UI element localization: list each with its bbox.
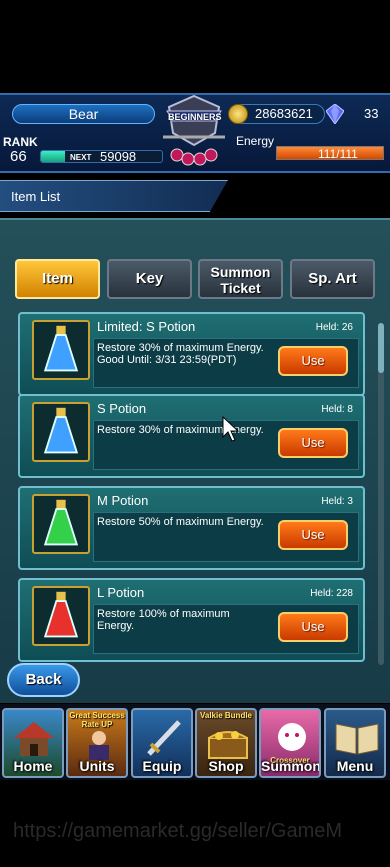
nav-units-sub: Great Success Rate UP <box>69 711 125 729</box>
tab-summon-ticket-line2: Ticket <box>220 280 261 296</box>
item-description: Restore 50% of maximum Energy. <box>97 516 264 528</box>
watermark: https://gamemarket.gg/seller/GameM <box>13 820 343 842</box>
mouse-cursor-icon <box>222 416 240 442</box>
gil-value: 28683621 <box>255 106 313 121</box>
top-blank-area <box>0 0 390 93</box>
use-button[interactable]: Use <box>278 346 348 376</box>
held-count: Held: 3 <box>321 496 353 507</box>
nav-summon[interactable]: Crossover Summon <box>259 708 321 778</box>
use-button[interactable]: Use <box>278 520 348 550</box>
nav-home-label: Home <box>13 758 53 774</box>
tab-summon-ticket-line1: Summon <box>210 264 271 280</box>
nav-units[interactable]: Great Success Rate UP Units <box>66 708 128 778</box>
potion-liquid <box>43 416 79 454</box>
lapis-gem-icon[interactable] <box>326 104 344 124</box>
held-count: Held: 26 <box>315 322 353 333</box>
item-list[interactable]: Limited: S Potion Held: 26 Restore 30% o… <box>18 312 365 666</box>
item-name: M Potion <box>97 493 149 508</box>
units-icon <box>89 731 109 760</box>
item-name: L Potion <box>97 585 145 600</box>
potion-icon <box>32 494 90 554</box>
home-icon <box>14 722 54 756</box>
list-item[interactable]: M Potion Held: 3 Restore 50% of maximum … <box>18 486 365 570</box>
item-name: S Potion <box>97 401 147 416</box>
summon-icon <box>278 723 306 751</box>
gem-value: 33 <box>364 106 379 121</box>
badge-text: BEGINNERS <box>168 112 222 122</box>
nav-equip-label: Equip <box>142 758 182 774</box>
gil-coin-icon <box>228 104 248 124</box>
energy-label: Energy <box>236 134 275 148</box>
nav-shop-label: Shop <box>208 758 244 774</box>
nav-menu[interactable]: Menu <box>324 708 386 778</box>
book-icon <box>335 723 379 755</box>
tab-key[interactable]: Key <box>107 259 192 299</box>
nav-shop[interactable]: Valkie Bundle Shop <box>195 708 257 778</box>
item-description: Restore 30% of maximum Energy. Good Unti… <box>97 342 264 366</box>
nav-menu-label: Menu <box>336 758 374 774</box>
item-name: Limited: S Potion <box>97 319 196 334</box>
rank-label: RANK <box>3 135 38 149</box>
nav-equip[interactable]: Equip <box>131 708 193 778</box>
list-item[interactable]: S Potion Held: 8 Restore 30% of maximum … <box>18 394 365 478</box>
potion-liquid <box>43 600 79 638</box>
energy-value: 111/111 <box>318 147 358 161</box>
next-exp-value: 59098 <box>100 149 137 164</box>
player-name[interactable]: Bear <box>12 104 155 124</box>
page-title: Item List <box>11 189 61 204</box>
next-label: NEXT <box>70 153 92 162</box>
potion-icon <box>32 402 90 462</box>
potion-icon <box>32 320 90 380</box>
potion-liquid <box>43 508 79 546</box>
potion-liquid <box>43 334 79 372</box>
beginners-emblem-icon[interactable] <box>163 93 225 173</box>
nav-home[interactable]: Home <box>2 708 64 778</box>
use-button[interactable]: Use <box>278 612 348 642</box>
list-item[interactable]: Limited: S Potion Held: 26 Restore 30% o… <box>18 312 365 396</box>
nav-shop-sub: Valkie Bundle <box>199 711 253 720</box>
rank-exp-fill <box>41 151 66 162</box>
tab-item[interactable]: Item <box>15 259 100 299</box>
use-button[interactable]: Use <box>278 428 348 458</box>
held-count: Held: 8 <box>321 404 353 415</box>
nav-summon-label: Summon <box>261 758 321 774</box>
tab-sp-art[interactable]: Sp. Art <box>290 259 375 299</box>
treasure-chest-icon <box>208 731 248 759</box>
scrollbar-thumb[interactable] <box>378 323 384 373</box>
nav-units-label: Units <box>79 758 115 774</box>
sword-icon <box>147 720 181 756</box>
potion-icon <box>32 586 90 646</box>
held-count: Held: 228 <box>310 588 353 599</box>
rank-value: 66 <box>10 148 27 165</box>
list-scrollbar[interactable] <box>378 323 384 665</box>
back-button[interactable]: Back <box>7 663 80 697</box>
tab-summon-ticket[interactable]: Summon Ticket <box>198 259 283 299</box>
list-item[interactable]: L Potion Held: 228 Restore 100% of maxim… <box>18 578 365 662</box>
item-description: Restore 100% of maximum Energy. <box>97 608 230 632</box>
